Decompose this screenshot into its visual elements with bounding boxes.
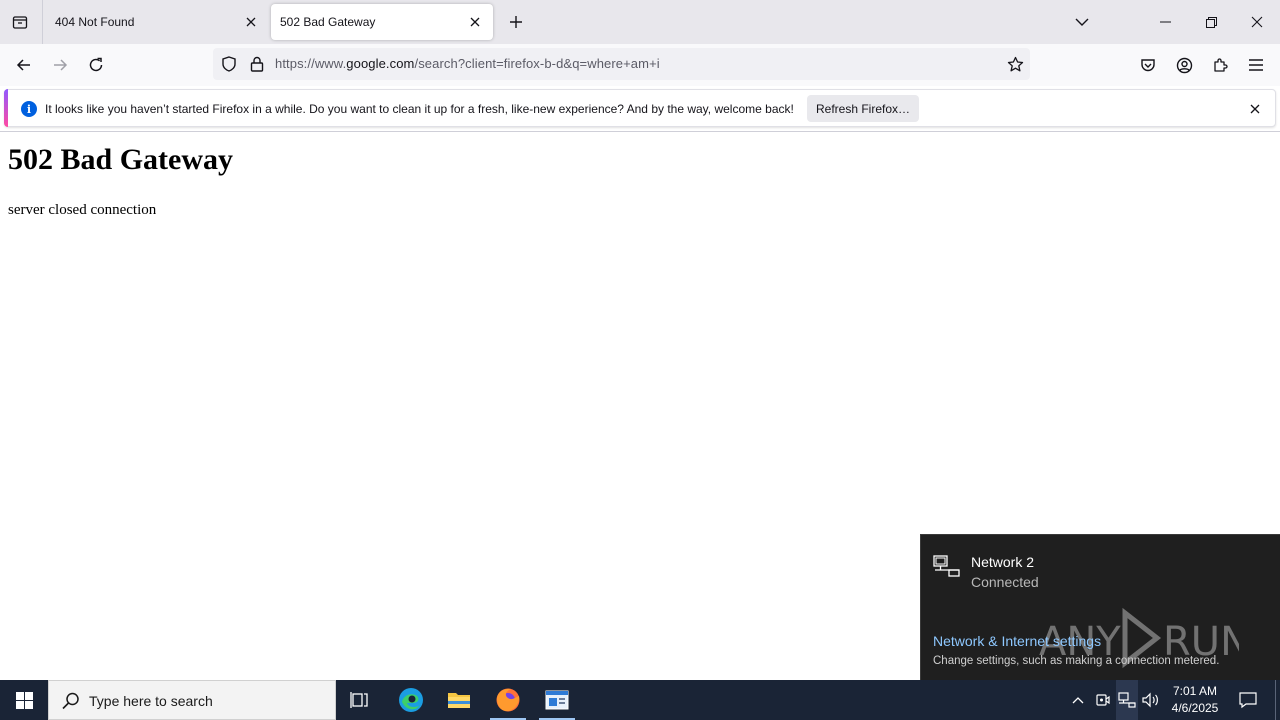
close-icon: [470, 17, 480, 27]
error-message: server closed connection: [8, 202, 157, 218]
pocket-button[interactable]: [1133, 50, 1163, 80]
tracking-protection-button[interactable]: [217, 52, 241, 76]
chevron-down-icon: [1075, 18, 1089, 26]
refresh-firefox-notification: i It looks like you haven’t started Fire…: [4, 89, 1276, 127]
tab-502-bad-gateway[interactable]: 502 Bad Gateway: [271, 4, 493, 40]
restore-icon: [1205, 16, 1217, 28]
site-info-button[interactable]: [245, 52, 269, 76]
show-desktop-button[interactable]: [1275, 680, 1276, 720]
app-menu-button[interactable]: [1241, 50, 1271, 80]
url-prefix: https://www.: [275, 56, 347, 71]
clock-time: 7:01 AM: [1172, 684, 1218, 698]
network-internet-settings-link[interactable]: Network & Internet settings: [933, 633, 1101, 649]
firefox-view-button[interactable]: [6, 8, 34, 36]
network-status: Connected: [971, 574, 1039, 590]
minimize-button[interactable]: [1142, 0, 1188, 44]
star-icon: [1007, 56, 1023, 71]
arrow-right-icon: [54, 59, 68, 71]
tab-close-button[interactable]: [463, 10, 487, 34]
search-icon: [62, 692, 79, 710]
show-hidden-icons-button[interactable]: [1068, 690, 1088, 710]
arrow-left-icon: [16, 59, 30, 71]
tab-strip: 404 Not Found 502 Bad Gateway: [0, 0, 1280, 44]
account-icon: [1176, 57, 1192, 73]
restore-button[interactable]: [1188, 0, 1234, 44]
list-all-tabs-button[interactable]: [1068, 8, 1096, 36]
hamburger-menu-icon: [1249, 59, 1263, 71]
network-settings-description: Change settings, such as making a connec…: [933, 655, 1220, 667]
network-flyout: Network 2 Connected ANY RUN Network & In…: [920, 534, 1280, 680]
lock-icon: [250, 56, 264, 72]
speaker-icon: [1142, 692, 1158, 708]
notification-close-button[interactable]: [1245, 99, 1265, 119]
reload-icon: [89, 57, 103, 72]
task-view-icon: [350, 692, 368, 708]
info-icon: i: [21, 101, 37, 117]
network-name[interactable]: Network 2: [971, 554, 1034, 570]
tray-meet-now-button[interactable]: [1093, 690, 1113, 710]
bookmark-page-button[interactable]: [1003, 52, 1027, 76]
clock-date: 4/6/2025: [1171, 701, 1219, 715]
taskbar-clock[interactable]: 7:01 AM 4/6/2025: [1166, 683, 1224, 717]
edge-browser-icon: [399, 688, 423, 712]
tab-404-not-found[interactable]: 404 Not Found: [43, 4, 269, 40]
taskbar: Type here to search 7:01 AM 4/6/2025: [0, 680, 1280, 720]
close-window-button[interactable]: [1234, 0, 1280, 44]
extensions-button[interactable]: [1205, 50, 1235, 80]
application-window-icon: [545, 690, 569, 710]
close-icon: [1251, 16, 1263, 28]
forward-button[interactable]: [45, 50, 75, 80]
start-button[interactable]: [0, 680, 48, 720]
network-icon: [1118, 692, 1136, 708]
tray-network-button[interactable]: [1117, 690, 1137, 710]
chevron-up-icon: [1072, 697, 1084, 704]
puzzle-icon: [1214, 58, 1228, 72]
page-title: 502 Bad Gateway: [8, 143, 233, 176]
address-bar[interactable]: https://www.google.com/search?client=fir…: [213, 48, 1030, 80]
shield-icon: [222, 56, 236, 72]
ethernet-network-icon: [933, 555, 960, 577]
firefox-icon: [496, 688, 520, 712]
url-domain: google.com: [346, 56, 415, 71]
taskbar-app-file-explorer[interactable]: [435, 680, 483, 720]
account-button[interactable]: [1169, 50, 1199, 80]
search-placeholder: Type here to search: [89, 693, 213, 709]
refresh-firefox-button[interactable]: Refresh Firefox…: [807, 95, 919, 122]
pocket-icon: [1141, 59, 1155, 72]
content-divider: [0, 131, 1280, 132]
taskbar-app-firefox[interactable]: [484, 680, 532, 720]
tab-close-button[interactable]: [239, 10, 263, 34]
notification-accent: [4, 89, 8, 127]
folder-icon: [448, 693, 470, 708]
reload-button[interactable]: [81, 50, 111, 80]
back-button[interactable]: [9, 50, 39, 80]
close-icon: [1250, 104, 1260, 114]
new-tab-button[interactable]: [502, 8, 530, 36]
taskbar-app-edge[interactable]: [387, 680, 435, 720]
task-view-button[interactable]: [336, 680, 384, 720]
tray-volume-button[interactable]: [1141, 690, 1161, 710]
navigation-toolbar: https://www.google.com/search?client=fir…: [0, 44, 1280, 86]
tab-title: 502 Bad Gateway: [280, 15, 376, 29]
firefox-view-icon: [12, 16, 28, 29]
minimize-icon: [1159, 21, 1171, 23]
plus-icon: [510, 16, 522, 28]
url-text[interactable]: https://www.google.com/search?client=fir…: [275, 56, 660, 71]
close-icon: [246, 17, 256, 27]
notification-icon: [1239, 692, 1257, 709]
taskbar-app-window[interactable]: [533, 680, 581, 720]
windows-logo-icon: [15, 691, 33, 709]
action-center-button[interactable]: [1236, 688, 1260, 712]
meet-now-icon: [1096, 694, 1110, 706]
tab-title: 404 Not Found: [55, 15, 135, 29]
taskbar-search-box[interactable]: Type here to search: [48, 680, 336, 720]
notification-message: It looks like you haven’t started Firefo…: [45, 102, 794, 116]
url-path: /search?client=firefox-b-d&q=where+am+i: [414, 56, 660, 71]
